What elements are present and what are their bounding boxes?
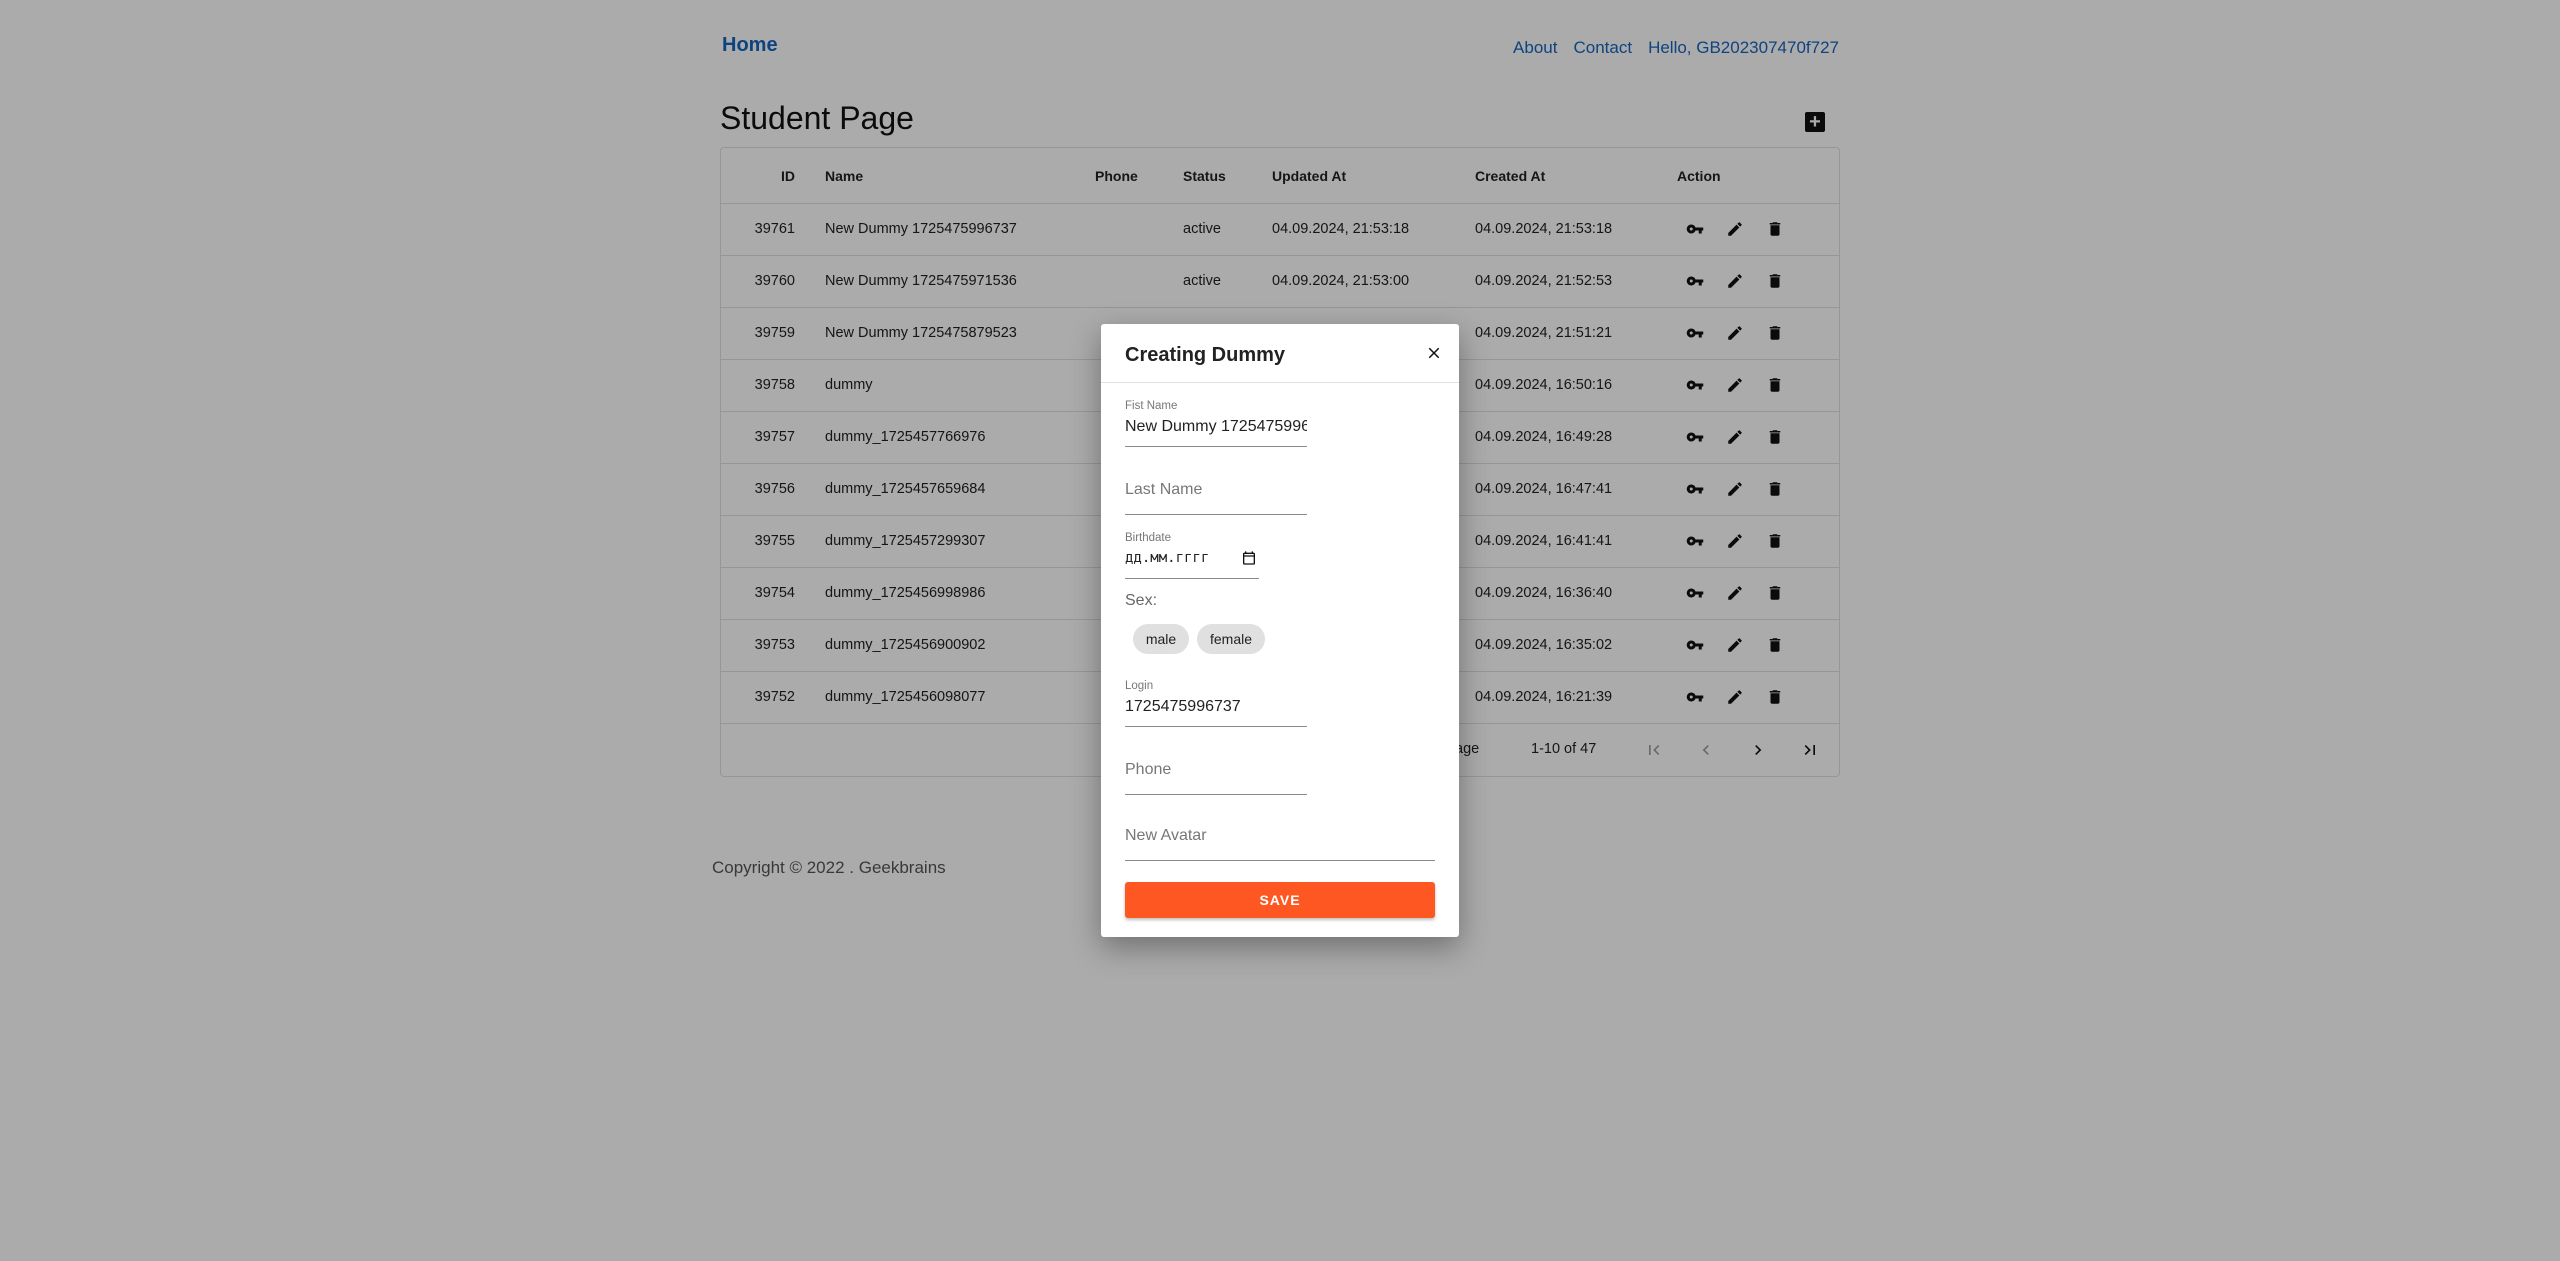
phone-field[interactable]: Phone [1125,754,1307,795]
dialog-title: Creating Dummy [1125,344,1286,366]
birthdate-label: Birthdate [1125,532,1172,544]
avatar-field[interactable]: New Avatar [1125,820,1435,861]
login-label: Login [1125,680,1154,692]
last-name-placeholder[interactable]: Last Name [1125,481,1202,499]
sex-label: Sex: [1125,592,1158,609]
create-dummy-dialog: Creating Dummy Fist Name New Dummy 17254… [1101,324,1459,937]
last-name-field[interactable]: Last Name [1125,474,1307,515]
sex-chip-female[interactable]: female [1197,624,1265,654]
close-button[interactable] [1423,342,1445,364]
avatar-placeholder[interactable]: New Avatar [1125,827,1207,845]
close-icon [1428,347,1440,359]
login-field[interactable]: Login 1725475996737 [1125,680,1307,727]
birthdate-input[interactable]: дд.мм.гггг [1125,550,1307,566]
birthdate-field[interactable]: Birthdate дд.мм.гггг [1125,532,1259,579]
sex-chip-male[interactable]: male [1133,624,1189,654]
login-input[interactable]: 1725475996737 [1125,698,1307,716]
first-name-input[interactable]: New Dummy 1725475996737 [1125,418,1307,436]
dialog-divider [1101,382,1459,383]
phone-placeholder[interactable]: Phone [1125,761,1171,779]
calendar-icon[interactable] [1241,550,1257,566]
first-name-label: Fist Name [1125,400,1178,412]
save-button[interactable]: SAVE [1125,882,1435,918]
first-name-field[interactable]: Fist Name New Dummy 1725475996737 [1125,400,1307,447]
